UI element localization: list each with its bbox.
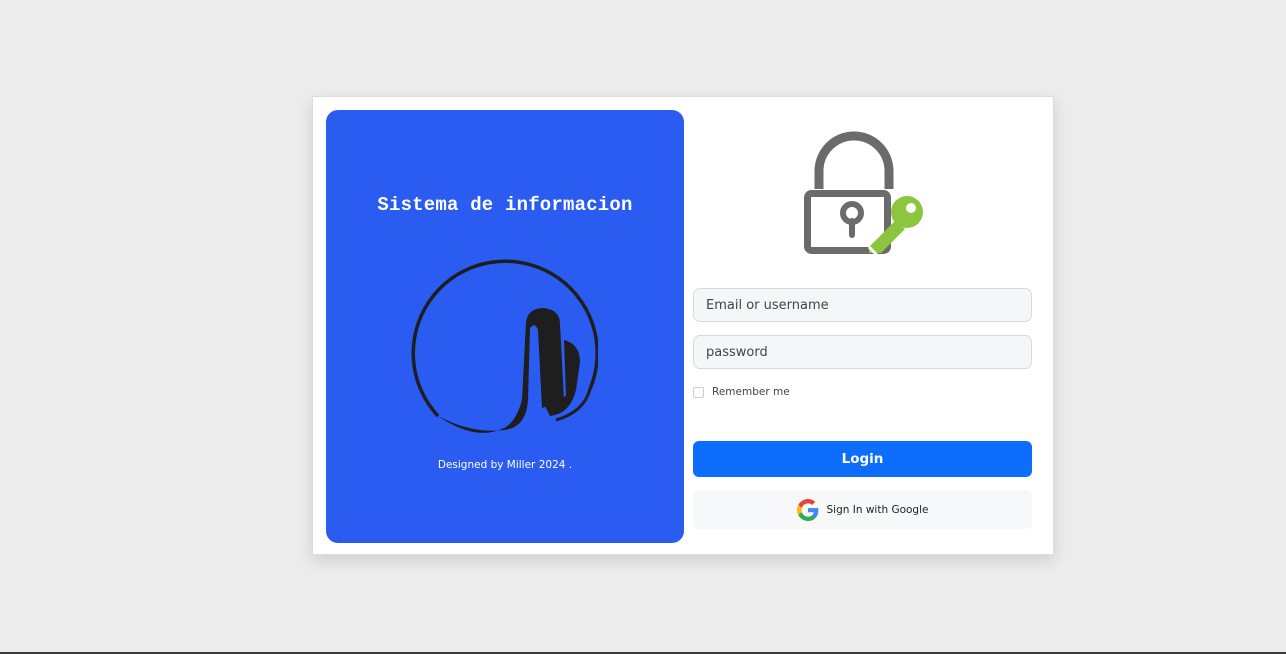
remember-me-checkbox[interactable] — [693, 386, 704, 398]
password-input[interactable] — [693, 335, 1032, 369]
system-title: Sistema de informacion — [377, 194, 633, 216]
designed-by-credit: Designed by Miller 2024 . — [437, 459, 573, 471]
login-button[interactable]: Login — [693, 441, 1032, 477]
lock-key-icon — [804, 131, 923, 257]
remember-me-option[interactable]: Remember me — [693, 385, 790, 399]
login-card: Sistema de informacion Designed by Mille… — [312, 96, 1054, 555]
remember-me-label: Remember me — [712, 386, 790, 398]
google-icon — [796, 498, 818, 521]
brand-panel: Sistema de informacion Designed by Mille… — [326, 110, 684, 543]
brand-logo-icon — [411, 259, 598, 433]
google-sign-in-label: Sign In with Google — [826, 503, 929, 516]
email-username-input[interactable] — [693, 288, 1032, 322]
google-sign-in-button[interactable]: Sign In with Google — [693, 490, 1032, 529]
